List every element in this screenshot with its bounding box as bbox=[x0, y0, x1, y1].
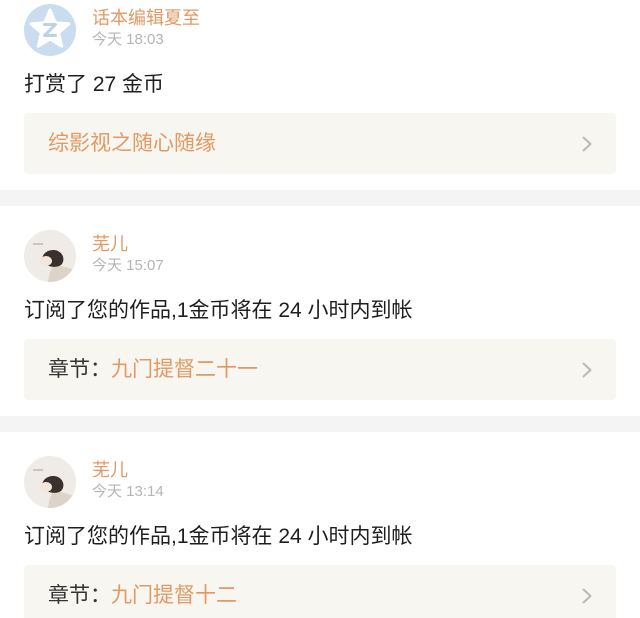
card-header: 芜儿 今天 15:07 bbox=[24, 230, 616, 282]
section-divider bbox=[0, 190, 640, 206]
chapter-label: 章节： bbox=[48, 584, 111, 607]
notification-card: 话本编辑夏至 今天 18:03 打赏了 27 金币 综影视之随心随缘 bbox=[0, 0, 640, 190]
notification-message: 打赏了 27 金币 bbox=[24, 73, 165, 96]
notification-card: 芜儿 今天 13:14 订阅了您的作品,1金币将在 24 小时内到帐 章节：九门… bbox=[0, 432, 640, 618]
chapter-title: 九门提督十二 bbox=[111, 584, 237, 607]
chapter-link[interactable]: 章节：九门提督二十一 bbox=[24, 339, 616, 400]
card-header: 芜儿 今天 13:14 bbox=[24, 456, 616, 508]
work-link[interactable]: 综影视之随心随缘 bbox=[24, 113, 616, 174]
star-z-avatar-icon bbox=[24, 4, 76, 56]
user-name[interactable]: 芜儿 bbox=[92, 459, 164, 481]
user-photo-avatar bbox=[24, 230, 76, 282]
link-text: 综影视之随心随缘 bbox=[48, 113, 582, 174]
chevron-right-icon bbox=[582, 113, 592, 174]
notification-message: 订阅了您的作品,1金币将在 24 小时内到帐 bbox=[24, 525, 413, 548]
timestamp: 今天 13:14 bbox=[92, 483, 164, 500]
chevron-right-icon bbox=[582, 339, 592, 400]
timestamp: 今天 15:07 bbox=[92, 257, 164, 274]
user-photo-avatar bbox=[24, 456, 76, 508]
notification-message: 订阅了您的作品,1金币将在 24 小时内到帐 bbox=[24, 299, 413, 322]
notification-card: 芜儿 今天 15:07 订阅了您的作品,1金币将在 24 小时内到帐 章节：九门… bbox=[0, 206, 640, 416]
user-name[interactable]: 话本编辑夏至 bbox=[92, 7, 200, 29]
avatar[interactable] bbox=[24, 4, 76, 56]
card-header: 话本编辑夏至 今天 18:03 bbox=[24, 4, 616, 56]
chevron-right-icon bbox=[582, 565, 592, 618]
chapter-title: 九门提督二十一 bbox=[111, 358, 258, 381]
notification-feed: 话本编辑夏至 今天 18:03 打赏了 27 金币 综影视之随心随缘 芜儿 今天… bbox=[0, 0, 640, 618]
user-meta: 芜儿 今天 13:14 bbox=[92, 456, 164, 508]
chapter-label: 章节： bbox=[48, 358, 111, 381]
user-name[interactable]: 芜儿 bbox=[92, 233, 164, 255]
timestamp: 今天 18:03 bbox=[92, 31, 164, 48]
user-meta: 芜儿 今天 15:07 bbox=[92, 230, 164, 282]
user-meta: 话本编辑夏至 今天 18:03 bbox=[92, 4, 200, 56]
avatar[interactable] bbox=[24, 230, 76, 282]
link-text: 章节：九门提督十二 bbox=[48, 565, 582, 618]
work-title: 综影视之随心随缘 bbox=[48, 132, 216, 155]
avatar[interactable] bbox=[24, 456, 76, 508]
link-text: 章节：九门提督二十一 bbox=[48, 339, 582, 400]
section-divider bbox=[0, 416, 640, 432]
chapter-link[interactable]: 章节：九门提督十二 bbox=[24, 565, 616, 618]
